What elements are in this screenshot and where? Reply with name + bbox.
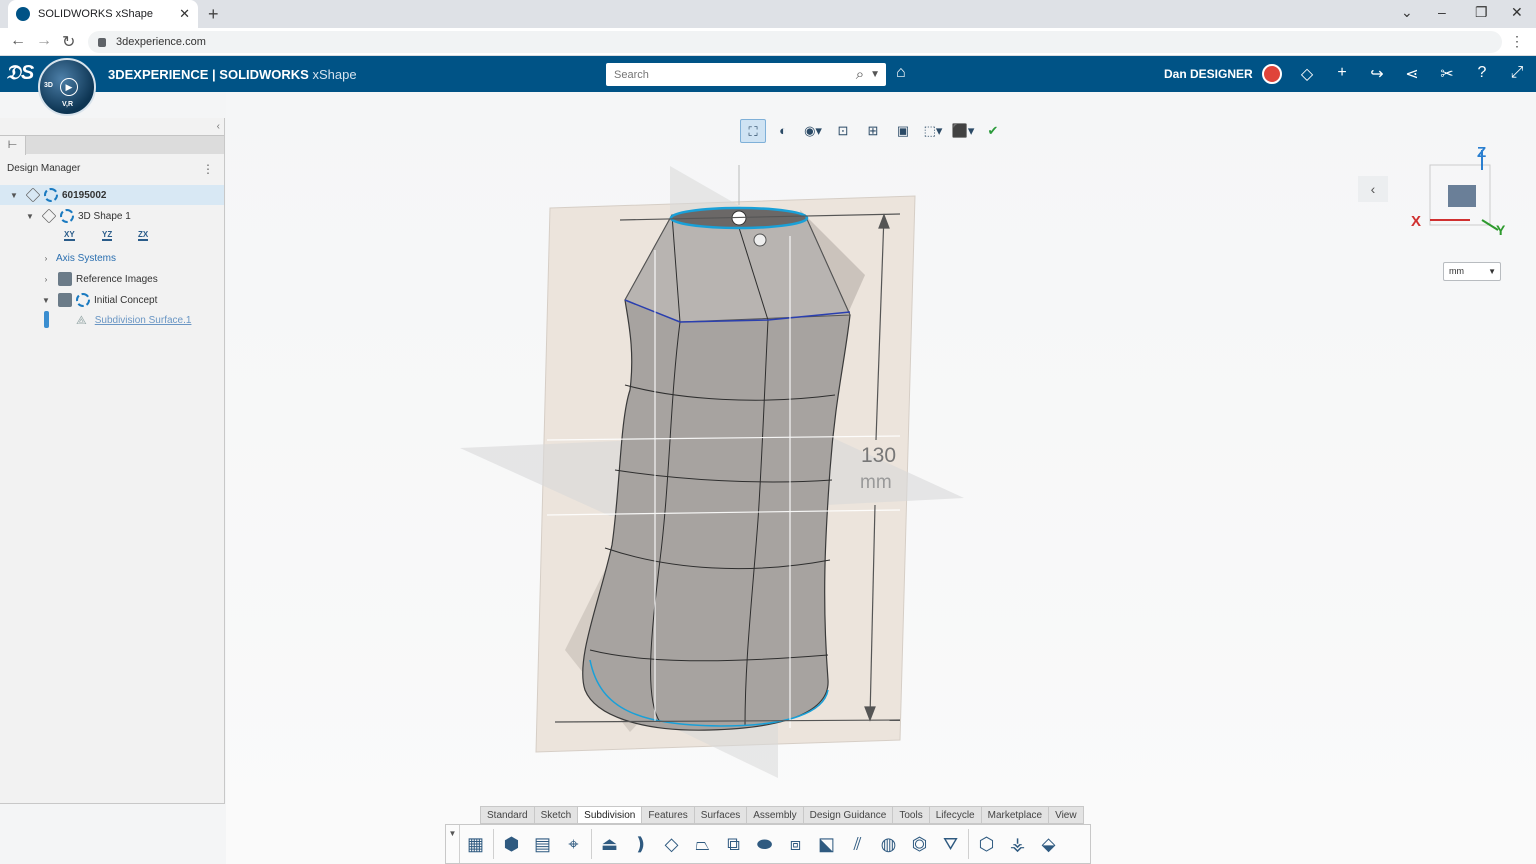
- tab-design-guidance[interactable]: Design Guidance: [804, 807, 894, 823]
- action-bar: ▼ ▦ ⬢ ▤ ⌖ ⏏ ❫ ◇ ⏢ ⧉ ⬬ ⧈ ⬕ ⫽ ◍ ⏣ ⛛ ⬡ ⚶ ⬙: [445, 824, 1091, 864]
- action-bar-menu-icon[interactable]: ▼: [446, 825, 460, 863]
- checkpoint-icon[interactable]: ✔: [980, 119, 1006, 143]
- cursor-icon: [753, 233, 767, 247]
- view-cube-icon[interactable]: ⬛▾: [950, 119, 976, 143]
- subdivide-icon[interactable]: ⬙: [1033, 827, 1064, 861]
- orientation-triad[interactable]: Z X Y: [1410, 140, 1520, 240]
- tab-view[interactable]: View: [1049, 807, 1083, 823]
- tab-standard[interactable]: Standard: [481, 807, 535, 823]
- section-icon[interactable]: ▣: [890, 119, 916, 143]
- loft-icon[interactable]: ⬬: [749, 827, 780, 861]
- zoom-icon[interactable]: ⊡: [830, 119, 856, 143]
- face-icon[interactable]: ◇: [656, 827, 687, 861]
- mirror-icon[interactable]: ⚶: [1002, 827, 1033, 861]
- subdivision-plane-icon[interactable]: ▤: [527, 827, 558, 861]
- tab-lifecycle[interactable]: Lifecycle: [930, 807, 982, 823]
- symmetry-icon[interactable]: ⧈: [780, 827, 811, 861]
- compass-top-label: 3D: [44, 82, 53, 89]
- collapse-right-panel-icon[interactable]: ‹: [1358, 176, 1388, 202]
- z-label: Z: [1477, 144, 1486, 161]
- fit-all-icon[interactable]: ⛶: [740, 119, 766, 143]
- selection-mode-icon[interactable]: ⬚▾: [920, 119, 946, 143]
- compass-widget[interactable]: 3D ▶ V,R: [38, 58, 96, 116]
- triad-figure: [1448, 185, 1476, 207]
- cube-primitive-icon[interactable]: ⬡: [971, 827, 1002, 861]
- crease-icon[interactable]: ⫽: [842, 827, 873, 861]
- unit-select[interactable]: mm ▼: [1443, 262, 1501, 281]
- subdivision-mesh-icon[interactable]: ⌖: [558, 827, 589, 861]
- tab-features[interactable]: Features: [642, 807, 695, 823]
- tab-subdivision[interactable]: Subdivision: [578, 807, 643, 823]
- separator: [591, 829, 592, 859]
- separator: [968, 829, 969, 859]
- play-icon[interactable]: ▶: [60, 78, 78, 96]
- view-toolbar: ⛶ ◐ ◉▾ ⊡ ⊞ ▣ ⬚▾ ⬛▾ ✔: [740, 119, 1006, 143]
- revolve-icon[interactable]: ❫: [625, 827, 656, 861]
- separator: [493, 829, 494, 859]
- cylinder-icon[interactable]: ⏣: [904, 827, 935, 861]
- chevron-down-icon: ▼: [1488, 267, 1496, 276]
- grid-view-icon[interactable]: ▦: [460, 827, 491, 861]
- x-label: X: [1411, 213, 1421, 230]
- delete-face-icon[interactable]: ⬕: [811, 827, 842, 861]
- dimension-value[interactable]: 130: [861, 444, 896, 467]
- render-style-icon[interactable]: ◐: [770, 119, 796, 143]
- tab-surfaces[interactable]: Surfaces: [695, 807, 748, 823]
- extrude-icon[interactable]: ⏏: [594, 827, 625, 861]
- y-label: Y: [1496, 222, 1506, 238]
- tab-tools[interactable]: Tools: [893, 807, 930, 823]
- subdivision-box-icon[interactable]: ⬢: [496, 827, 527, 861]
- sweep-icon[interactable]: ⏢: [687, 827, 718, 861]
- tab-assembly[interactable]: Assembly: [747, 807, 804, 823]
- bridge-icon[interactable]: ⧉: [718, 827, 749, 861]
- zoom-area-icon[interactable]: ⊞: [860, 119, 886, 143]
- sphere-icon[interactable]: ◍: [873, 827, 904, 861]
- view-globe-icon[interactable]: ◉▾: [800, 119, 826, 143]
- tab-marketplace[interactable]: Marketplace: [982, 807, 1050, 823]
- tab-sketch[interactable]: Sketch: [535, 807, 579, 823]
- action-bar-tabs: Standard Sketch Subdivision Features Sur…: [480, 806, 1084, 824]
- unit-select-value: mm: [1449, 266, 1464, 276]
- compass-bottom-label: V,R: [62, 101, 74, 108]
- convert-icon[interactable]: ⛛: [935, 827, 966, 861]
- dimension-unit: mm: [860, 472, 892, 493]
